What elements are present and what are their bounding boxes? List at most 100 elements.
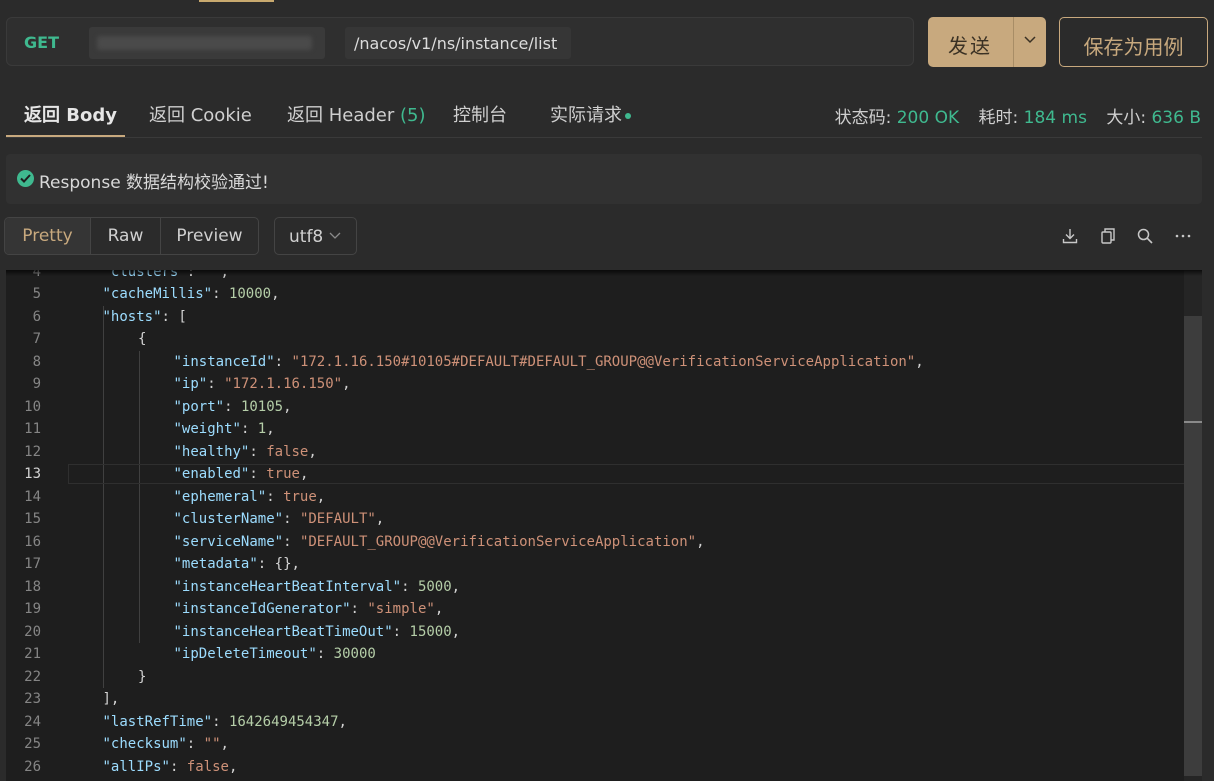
code-token: "172.1.16.150"	[224, 376, 343, 392]
save-as-case-button[interactable]: 保存为用例	[1059, 17, 1208, 67]
code-text: "allIPs": false,	[103, 756, 238, 779]
code-token: ,	[451, 623, 461, 640]
code-token: :	[186, 736, 204, 752]
view-mode-pretty[interactable]: Pretty	[5, 218, 90, 254]
line-number: 5	[32, 286, 41, 302]
view-mode-preview[interactable]: Preview	[161, 218, 258, 254]
code-token: 10000	[228, 286, 272, 302]
code-token: ,	[266, 421, 275, 437]
download-icon[interactable]	[1061, 227, 1079, 245]
top-active-indicator	[199, 0, 274, 2]
code-token: ,	[342, 376, 351, 392]
code-token: :	[283, 533, 300, 550]
chevron-down-icon	[329, 232, 341, 239]
code-token: :	[249, 466, 267, 482]
tab-label: 返回 Body	[24, 105, 117, 126]
encoding-select[interactable]: utf8	[274, 217, 357, 255]
vertical-scrollbar-thumb[interactable]	[1184, 316, 1202, 776]
code-line: 23],	[6, 688, 1184, 711]
code-token: false	[186, 758, 229, 775]
header-count-badge: (5)	[399, 105, 426, 126]
code-token: "serviceName"	[173, 533, 284, 550]
tab-actual-request[interactable]: 实际请求	[550, 101, 631, 127]
code-token: ],	[102, 691, 120, 707]
line-number: 24	[24, 713, 41, 730]
code-token: 1	[257, 421, 267, 437]
more-icon[interactable]	[1174, 227, 1192, 245]
code-token: "hosts"	[102, 308, 162, 325]
code-token: 1642649454347	[228, 713, 339, 730]
code-token: :	[274, 353, 292, 370]
code-text: "instanceId": "172.1.16.150#10105#DEFAUL…	[174, 351, 924, 374]
send-options-dropdown[interactable]	[1015, 17, 1046, 67]
code-token: :	[207, 376, 225, 392]
code-token: true	[266, 466, 300, 482]
tab-console[interactable]: 控制台	[453, 101, 507, 127]
code-text: ],	[103, 688, 120, 711]
code-text: "ephemeral": true,	[174, 486, 326, 509]
code-token: "cacheMillis"	[102, 286, 213, 302]
code-text: }	[138, 666, 146, 689]
line-number: 19	[24, 601, 41, 617]
code-token: "DEFAULT_GROUP@@VerificationServiceAppli…	[299, 533, 697, 550]
tab-label: 实际请求	[550, 105, 622, 126]
editor-top-shadow	[6, 270, 1202, 276]
code-line: 16 "serviceName": "DEFAULT_GROUP@@Verific…	[6, 531, 1184, 554]
code-text: "instanceHeartBeatTimeOut": 15000,	[174, 621, 461, 644]
view-mode-switcher[interactable]: Pretty Raw Preview	[4, 217, 259, 255]
line-number: 8	[32, 353, 41, 370]
code-line: 11 "weight": 1,	[6, 418, 1184, 441]
code-text: "cacheMillis": 10000,	[103, 283, 280, 306]
tab-response-body[interactable]: 返回 Body	[24, 101, 117, 127]
validation-banner: Response 数据结构校验通过!	[6, 154, 1202, 204]
code-token: ,	[299, 466, 309, 482]
view-mode-raw[interactable]: Raw	[91, 218, 160, 254]
response-size-value: 636 B	[1151, 108, 1201, 128]
send-button[interactable]: 发送	[928, 17, 1046, 67]
code-text: {	[138, 328, 146, 351]
code-text: "healthy": false,	[174, 441, 317, 464]
code-token: ,	[228, 758, 238, 775]
code-token: "enabled"	[173, 466, 250, 482]
path-field[interactable]: /nacos/v1/ns/instance/list	[345, 27, 571, 59]
code-token: 5000	[417, 578, 452, 595]
response-body-editor[interactable]: 4"clusters": "",5"cacheMillis": 10000,6"…	[6, 270, 1202, 781]
code-text: "instanceIdGenerator": "simple",	[174, 598, 444, 621]
code-token: "checksum"	[102, 736, 187, 752]
tab-response-header[interactable]: 返回 Header (5)	[287, 101, 425, 127]
code-token: ,	[375, 511, 385, 527]
code-token: ,	[271, 286, 280, 302]
http-method[interactable]: GET	[24, 33, 59, 52]
code-text: "ip": "172.1.16.150",	[174, 373, 351, 396]
tab-label: 返回 Cookie	[149, 105, 252, 126]
elapsed-time-label: 耗时:	[978, 108, 1019, 128]
code-text: "clusterName": "DEFAULT",	[174, 508, 385, 531]
send-label: 发送	[948, 34, 992, 58]
code-token: :	[212, 713, 229, 730]
line-number: 10	[24, 398, 41, 415]
code-token: "port"	[173, 398, 225, 415]
code-token: :	[401, 578, 418, 595]
code-token: "lastRefTime"	[102, 713, 213, 730]
send-divider	[1013, 17, 1014, 67]
host-field-redacted[interactable]	[89, 27, 325, 59]
request-url-bar[interactable]: GET /nacos/v1/ns/instance/list	[6, 17, 914, 66]
search-icon[interactable]	[1136, 227, 1154, 245]
code-text: "instanceHeartBeatInterval": 5000,	[174, 576, 461, 599]
code-token: ,	[308, 443, 317, 460]
code-token: ,	[316, 488, 326, 505]
elapsed-time-value: 184 ms	[1023, 108, 1087, 128]
code-line: 26 "allIPs": false,	[6, 756, 1184, 779]
path-text: /nacos/v1/ns/instance/list	[354, 34, 558, 53]
response-size-label: 大小:	[1106, 108, 1147, 128]
code-token: ,	[434, 601, 444, 617]
tab-response-cookie[interactable]: 返回 Cookie	[149, 101, 252, 127]
code-token: "instanceIdGenerator"	[173, 601, 351, 617]
copy-icon[interactable]	[1099, 227, 1117, 245]
code-line: 21 "ipDeleteTimeout": 30000	[6, 643, 1184, 666]
line-number: 9	[32, 376, 41, 392]
code-text: "enabled": true,	[174, 463, 309, 486]
tab-label: 返回 Header	[287, 105, 400, 126]
code-token: "simple"	[367, 601, 435, 617]
code-token: "ipDeleteTimeout"	[173, 646, 317, 662]
